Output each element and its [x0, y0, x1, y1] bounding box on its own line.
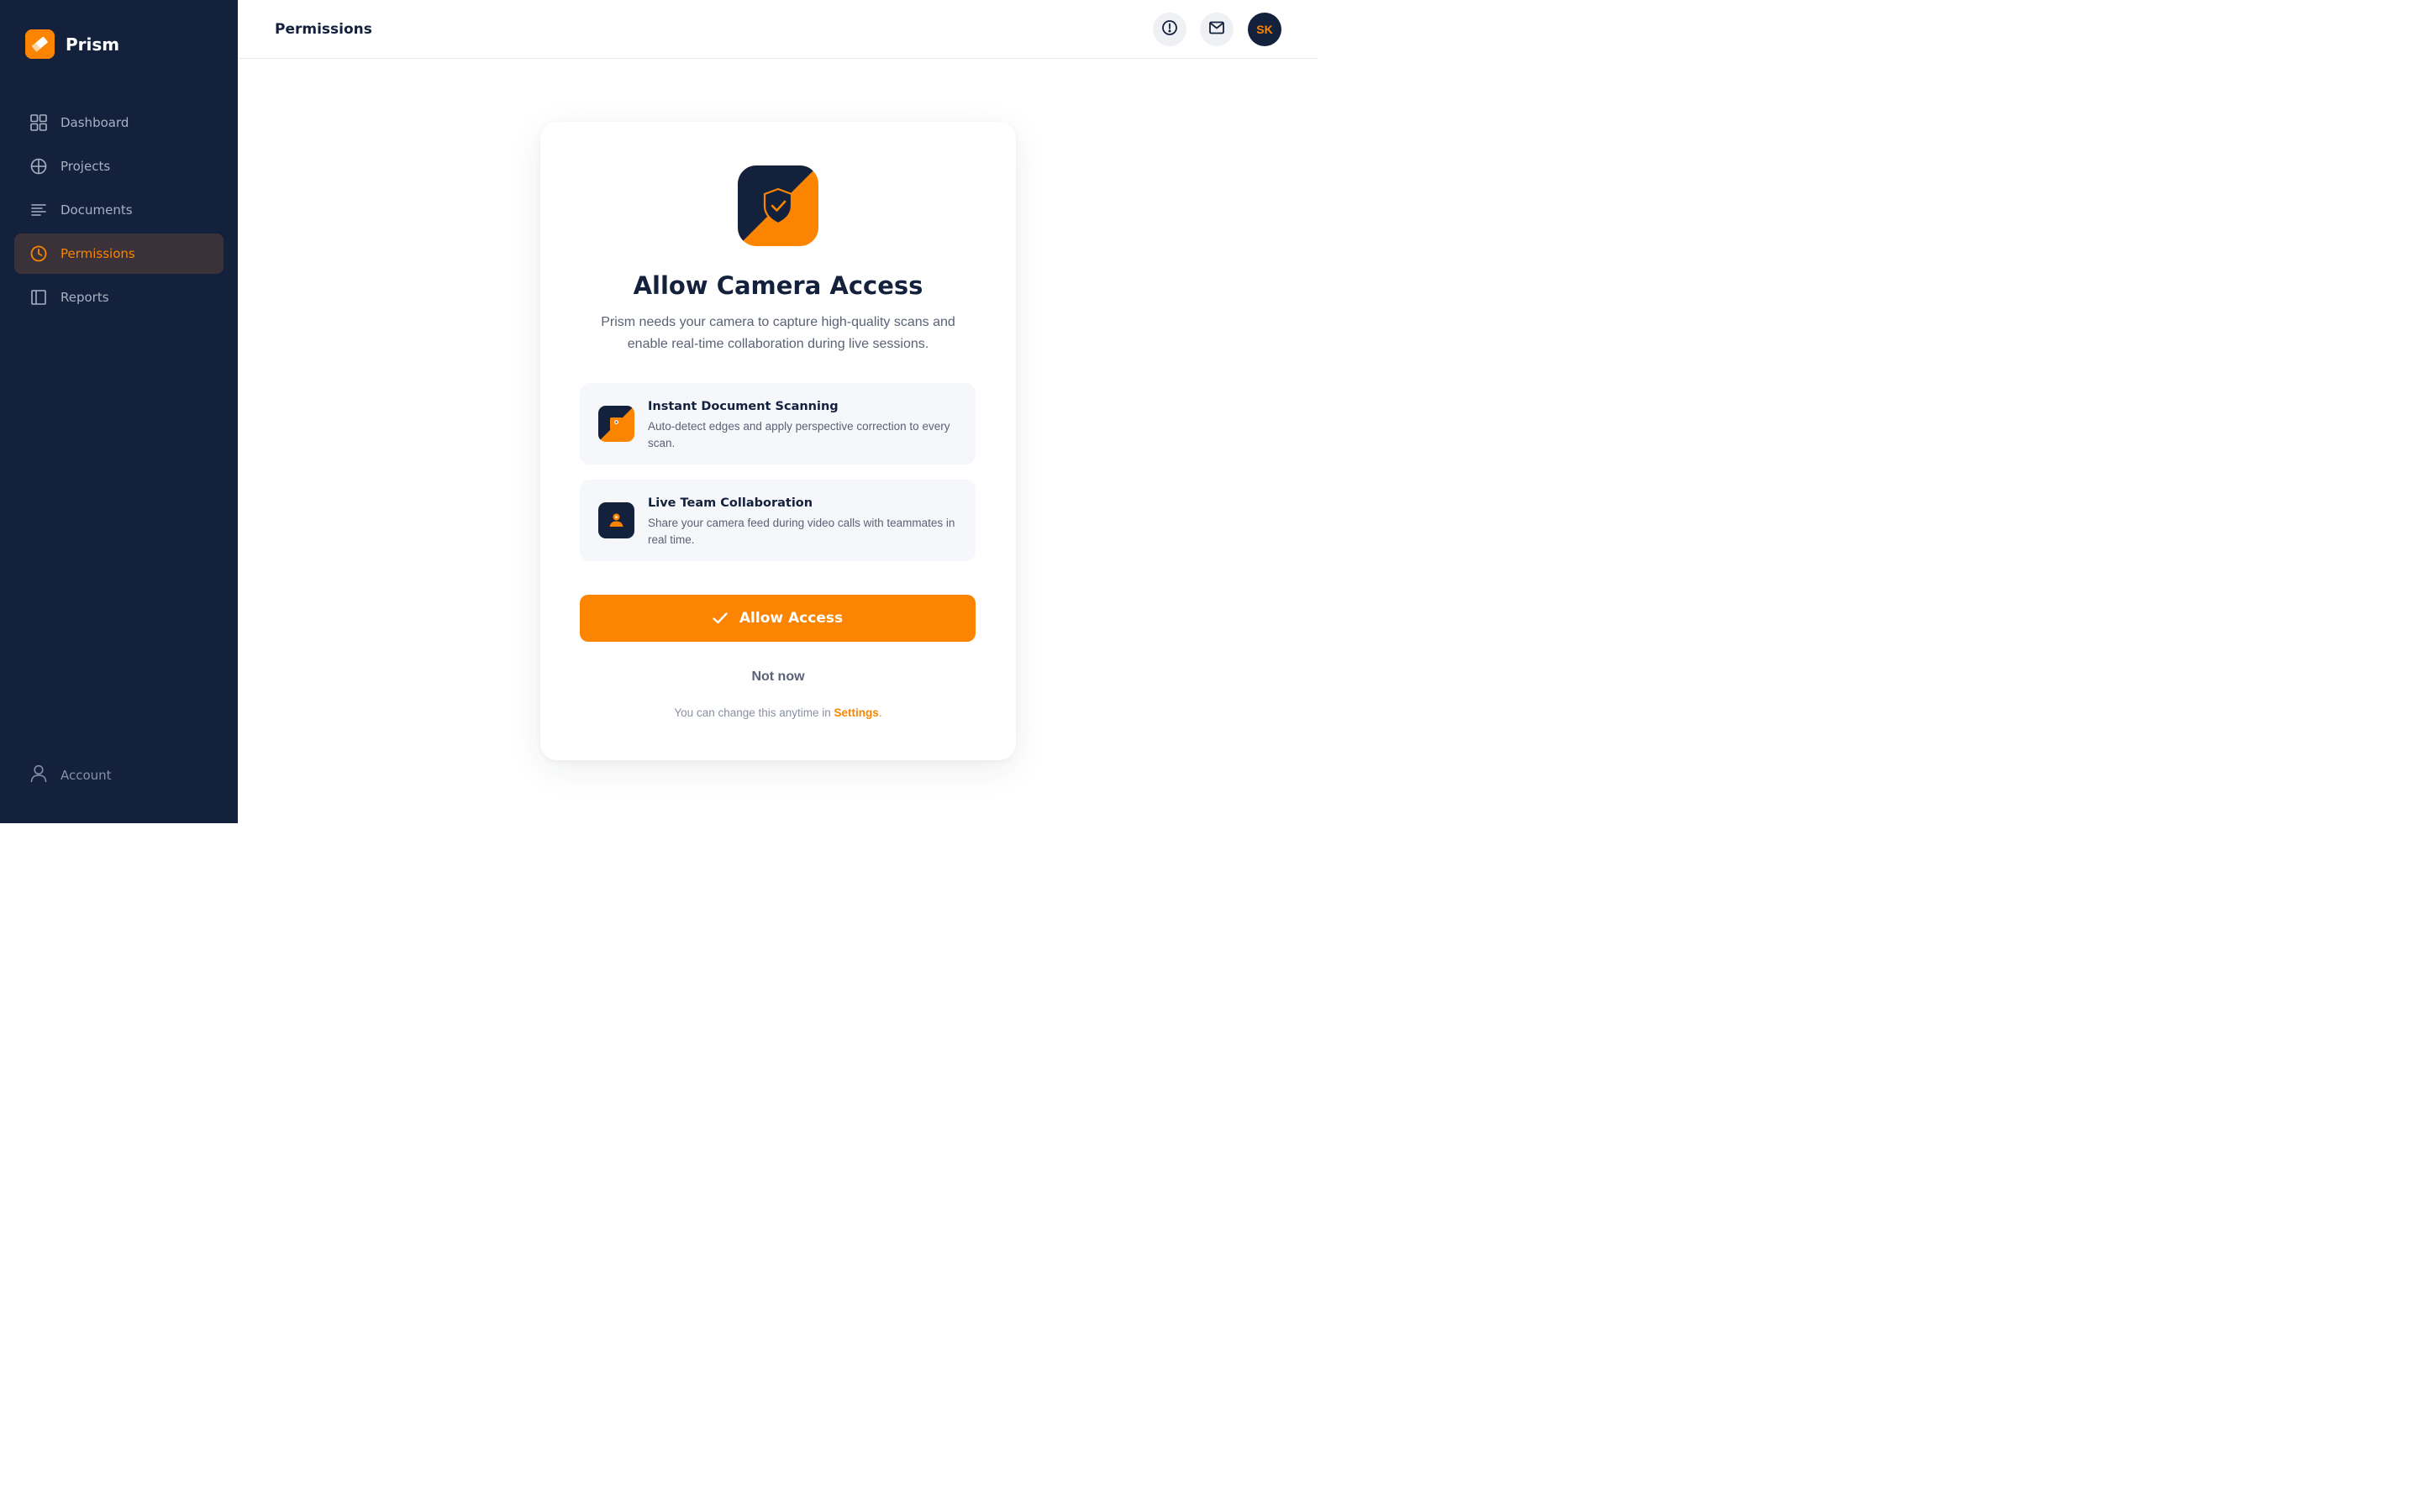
sidebar-item-documents[interactable]: Documents: [14, 190, 224, 230]
footnote-period: .: [878, 706, 882, 719]
sidebar-item-label: Projects: [60, 159, 111, 174]
feature-team-collaboration: Live Team Collaboration Share your camer…: [580, 480, 976, 561]
feature-document-scanning: Instant Document Scanning Auto-detect ed…: [580, 383, 976, 465]
feature-description: Auto-detect edges and apply perspective …: [648, 420, 950, 449]
check-icon: [713, 612, 728, 624]
allow-access-label: Allow Access: [739, 610, 844, 627]
grid-icon: [30, 114, 47, 131]
account-label: Account: [60, 768, 112, 783]
feature-title: Instant Document Scanning: [648, 400, 839, 413]
sidebar-nav: Dashboard Projects Documents Permissions…: [14, 102, 224, 321]
brand-name: Prism: [66, 34, 120, 55]
brand[interactable]: Prism: [25, 29, 119, 59]
card-title: Allow Camera Access: [633, 271, 923, 300]
globe-icon: [30, 158, 47, 175]
sidebar-item-account[interactable]: Account: [30, 764, 112, 786]
panel-icon: [30, 289, 47, 306]
sidebar: Prism Dashboard Projects Documents Permi…: [0, 0, 238, 823]
messages-button[interactable]: [1200, 13, 1234, 46]
sidebar-item-dashboard[interactable]: Dashboard: [14, 102, 224, 143]
settings-link[interactable]: Settings: [834, 706, 879, 719]
card-description: Prism needs your camera to capture high-…: [601, 315, 955, 351]
permission-card: Allow Camera Access Prism needs your cam…: [540, 122, 1016, 760]
scan-icon: [598, 406, 634, 442]
user-icon: [30, 764, 47, 786]
mail-icon: [1209, 21, 1224, 39]
person-icon: [598, 502, 634, 538]
top-header: Permissions SK: [238, 0, 1318, 59]
sidebar-item-label: Reports: [60, 290, 109, 305]
sidebar-item-permissions[interactable]: Permissions: [14, 234, 224, 274]
shield-check-icon: [738, 165, 818, 246]
page-title: Permissions: [275, 21, 372, 38]
sidebar-item-projects[interactable]: Projects: [14, 146, 224, 186]
clock-icon: [30, 245, 47, 262]
allow-access-button[interactable]: Allow Access: [580, 595, 976, 642]
feature-description: Share your camera feed during video call…: [648, 517, 955, 546]
lines-icon: [30, 202, 47, 218]
avatar[interactable]: SK: [1248, 13, 1281, 46]
alert-icon: [1161, 19, 1178, 40]
sidebar-item-label: Documents: [60, 202, 133, 218]
alert-button[interactable]: [1153, 13, 1186, 46]
prism-logo-icon: [25, 29, 55, 59]
sidebar-item-reports[interactable]: Reports: [14, 277, 224, 318]
sidebar-item-label: Dashboard: [60, 115, 129, 130]
feature-title: Live Team Collaboration: [648, 496, 813, 510]
footnote-text: You can change this anytime in: [674, 706, 834, 719]
settings-footnote: You can change this anytime in Settings.: [540, 706, 1016, 719]
not-now-button[interactable]: Not now: [540, 669, 1016, 685]
sidebar-item-label: Permissions: [60, 246, 135, 261]
